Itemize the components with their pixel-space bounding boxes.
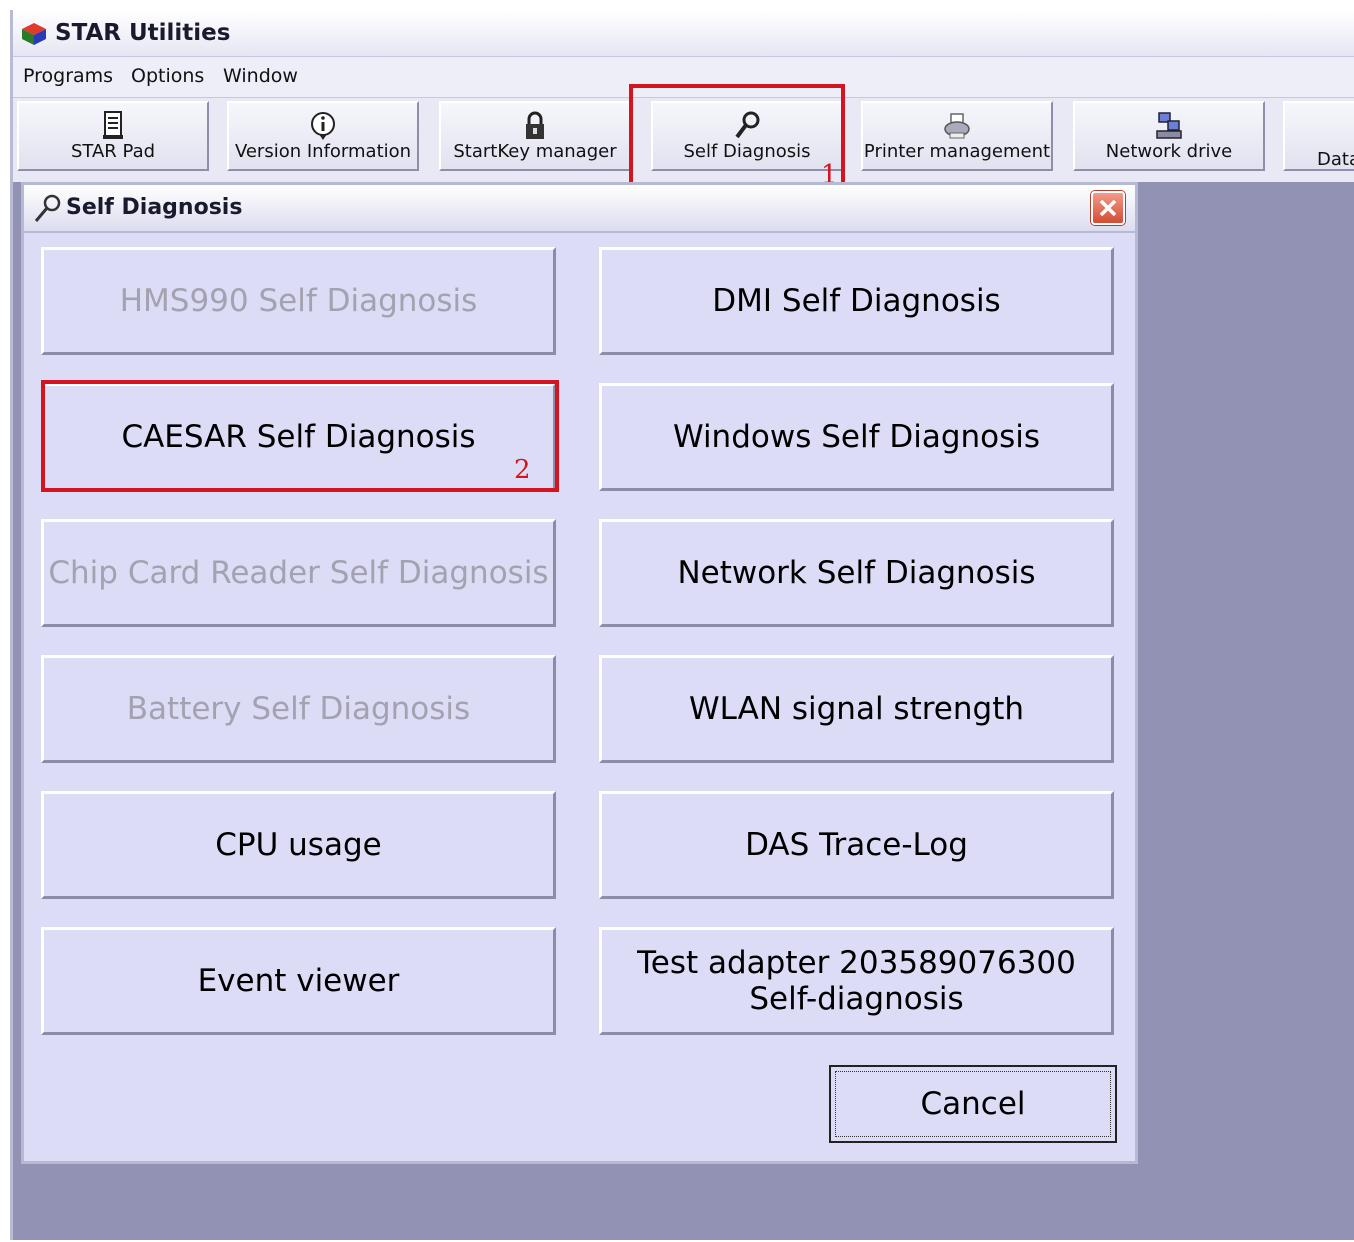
self-diagnosis-dialog: Self Diagnosis HMS990 Self Diagnosis DMI…: [21, 182, 1138, 1164]
menubar: Programs Options Window: [13, 57, 1354, 98]
dialog-title: Self Diagnosis: [66, 195, 243, 220]
battery-self-diagnosis-button[interactable]: Battery Self Diagnosis: [41, 655, 556, 763]
test-adapter-self-diagnosis-button[interactable]: Test adapter 203589076300 Self-diagnosis: [599, 927, 1114, 1035]
dialog-close-button[interactable]: [1091, 191, 1125, 225]
menu-options[interactable]: Options: [131, 65, 204, 87]
toolbar-startkey-manager-button[interactable]: StartKey manager: [439, 101, 631, 171]
star-utilities-window: STAR Utilities Programs Options Window S…: [10, 10, 1354, 1240]
dmi-self-diagnosis-button[interactable]: DMI Self Diagnosis: [599, 247, 1114, 355]
network-drive-icon: [1156, 112, 1182, 139]
cancel-button[interactable]: Cancel: [829, 1065, 1117, 1143]
toolbar-printer-management-label: Printer management: [863, 141, 1051, 162]
toolbar-star-pad-label: STAR Pad: [70, 141, 156, 162]
chip-card-reader-self-diagnosis-button[interactable]: Chip Card Reader Self Diagnosis: [41, 519, 556, 627]
hms990-self-diagnosis-button[interactable]: HMS990 Self Diagnosis: [41, 247, 556, 355]
toolbar-version-information-button[interactable]: Version Information: [227, 101, 419, 171]
toolbar-data-button[interactable]: Data: [1283, 101, 1354, 171]
menu-window[interactable]: Window: [223, 65, 298, 87]
wrench-icon: [735, 111, 760, 139]
printer-icon: [944, 113, 970, 139]
wlan-signal-strength-button[interactable]: WLAN signal strength: [599, 655, 1114, 763]
menu-programs[interactable]: Programs: [23, 65, 113, 87]
app-title: STAR Utilities: [55, 20, 231, 46]
event-viewer-button[interactable]: Event viewer: [41, 927, 556, 1035]
info-icon: [311, 112, 335, 140]
toolbar-self-diagnosis-label: Self Diagnosis: [683, 141, 811, 162]
toolbar-version-information-label: Version Information: [234, 141, 412, 162]
windows-self-diagnosis-button[interactable]: Windows Self Diagnosis: [599, 383, 1114, 491]
das-trace-log-button[interactable]: DAS Trace-Log: [599, 791, 1114, 899]
network-self-diagnosis-button[interactable]: Network Self Diagnosis: [599, 519, 1114, 627]
close-icon: [1099, 199, 1117, 217]
cpu-usage-button[interactable]: CPU usage: [41, 791, 556, 899]
dialog-titlebar: Self Diagnosis: [24, 185, 1135, 233]
toolbar-startkey-manager-label: StartKey manager: [453, 141, 617, 162]
toolbar-network-drive-label: Network drive: [1105, 141, 1233, 162]
toolbar: STAR Pad Version Information StartKey ma…: [13, 98, 1354, 182]
caesar-self-diagnosis-button[interactable]: CAESAR Self Diagnosis: [41, 383, 556, 491]
annotation-number-2: 2: [514, 455, 531, 485]
wrench-icon: [34, 194, 61, 222]
toolbar-network-drive-button[interactable]: Network drive: [1073, 101, 1265, 171]
toolbar-star-pad-button[interactable]: STAR Pad: [17, 101, 209, 171]
toolbar-self-diagnosis-button[interactable]: Self Diagnosis: [651, 101, 843, 171]
app-titlebar: STAR Utilities: [13, 10, 1354, 57]
app-cube-icon: [22, 23, 46, 45]
toolbar-printer-management-button[interactable]: Printer management: [861, 101, 1053, 171]
lock-icon: [526, 111, 544, 139]
document-icon: [103, 111, 123, 139]
toolbar-data-label: Data: [1317, 149, 1354, 170]
